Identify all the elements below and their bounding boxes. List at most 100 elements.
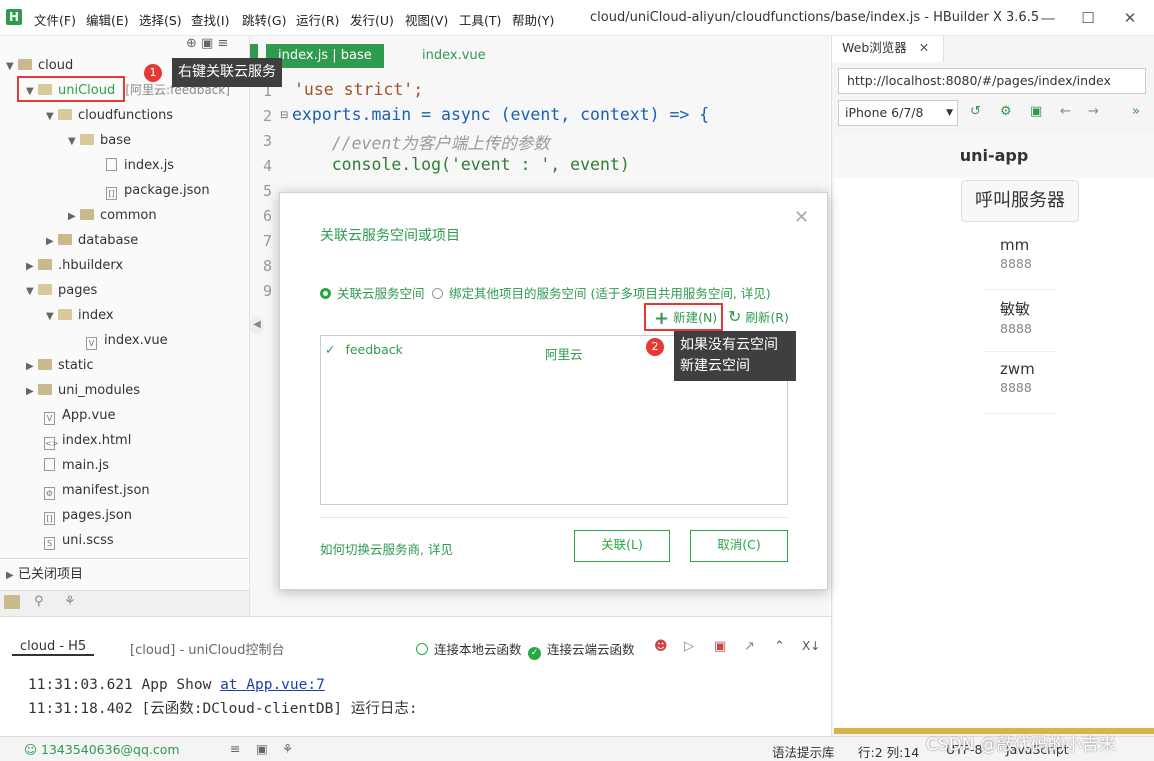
- forward-icon[interactable]: →: [1088, 104, 1099, 119]
- title-bar: H 文件(F) 编辑(E) 选择(S) 查找(I) 跳转(G) 运行(R) 发行…: [0, 0, 1154, 36]
- menu-select[interactable]: 选择(S): [139, 10, 182, 29]
- associate-cloud-dialog: 关联云服务空间或项目 ✕ 关联云服务空间 绑定其他项目的服务空间 (适于多项目共…: [279, 192, 828, 590]
- tree-pages-json[interactable]: [] pages.json: [44, 503, 132, 528]
- sidebar-tool-icons[interactable]: ⊕ ▣ ≡: [186, 36, 228, 51]
- tree-database[interactable]: ▶ database: [46, 228, 138, 253]
- terminal-icon[interactable]: ▣: [256, 741, 268, 756]
- tab-index-vue[interactable]: index.vue: [410, 44, 498, 68]
- user-account[interactable]: ☺ 1343540636@qq.com: [24, 742, 180, 757]
- tree-cloudfunctions[interactable]: ▼ cloudfunctions: [46, 103, 173, 128]
- step-badge-1: 1: [144, 64, 162, 82]
- log-link[interactable]: at App.vue:7: [220, 677, 325, 693]
- menu-help[interactable]: 帮助(Y): [512, 10, 554, 29]
- close-button[interactable]: ✕: [1120, 8, 1140, 28]
- gear-icon[interactable]: ⚙: [1000, 104, 1012, 119]
- cancel-button[interactable]: 取消(C): [690, 530, 788, 562]
- chevron-up-icon[interactable]: ⌃: [774, 639, 785, 654]
- dialog-close-icon[interactable]: ✕: [794, 207, 809, 228]
- radio-local-functions[interactable]: 连接本地云函数: [416, 639, 522, 658]
- refresh-button[interactable]: ↻ 刷新(R): [728, 307, 789, 326]
- associate-button[interactable]: 关联(L): [574, 530, 670, 562]
- tree-index[interactable]: ▼ index: [46, 303, 114, 328]
- project-tab-icon[interactable]: [4, 595, 20, 609]
- bug-icon[interactable]: ☻: [654, 639, 668, 654]
- dialog-title: 关联云服务空间或项目: [320, 228, 460, 244]
- highlight-box-1: [17, 76, 125, 102]
- radio-remote-functions[interactable]: ✓ 连接云端云函数: [528, 639, 635, 660]
- js-file-icon: [106, 158, 117, 171]
- tree-manifest[interactable]: ⚙ manifest.json: [44, 478, 150, 503]
- collapse-handle[interactable]: ◀: [250, 316, 264, 334]
- tree-root-cloud[interactable]: ▼ cloud: [6, 53, 73, 78]
- fold-icon[interactable]: ⊟: [280, 110, 288, 121]
- tree-static[interactable]: ▶ static: [26, 353, 94, 378]
- closed-projects[interactable]: ▶ 已关闭项目: [6, 562, 83, 587]
- vue-file-icon: V: [86, 337, 97, 350]
- chevron-down-icon: ▼: [946, 108, 953, 118]
- web-browser-panel: Web浏览器 ✕ http://localhost:8080/#/pages/i…: [831, 36, 1154, 736]
- minimize-button[interactable]: —: [1038, 8, 1058, 28]
- line-number: 4: [262, 157, 272, 175]
- rotate-icon[interactable]: ↺: [970, 104, 981, 119]
- project-sidebar: ⊕ ▣ ≡ ▼ cloud ▼ uniCloud [阿里云:feedback] ▼ c…: [0, 36, 250, 616]
- list-item[interactable]: ✓ feedback: [325, 342, 403, 357]
- tree-package-json[interactable]: [] package.json: [106, 178, 210, 203]
- call-server-button[interactable]: 呼叫服务器: [961, 180, 1079, 222]
- hbuilder-logo: H: [6, 9, 22, 25]
- tree-index-js[interactable]: index.js: [106, 153, 174, 178]
- cursor-position[interactable]: 行:2 列:14: [858, 742, 919, 761]
- device-select[interactable]: iPhone 6/7/8 ▼: [838, 100, 958, 126]
- menu-run[interactable]: 运行(R): [296, 10, 339, 29]
- json-file-icon: []: [106, 187, 117, 200]
- export-icon[interactable]: ↗: [744, 639, 755, 654]
- radio-associate-space[interactable]: 关联云服务空间: [320, 283, 425, 302]
- tree-base[interactable]: ▼ base: [68, 128, 131, 153]
- tab-index-js[interactable]: index.js | base: [266, 44, 384, 68]
- syntax-hint[interactable]: 语法提示库: [772, 742, 835, 761]
- code-line-2: exports.main = async (event, context) =>…: [292, 105, 710, 124]
- menu-view[interactable]: 视图(V): [405, 10, 448, 29]
- tab-unicloud-console[interactable]: [cloud] - uniCloud控制台: [130, 639, 285, 658]
- app-navbar-title: uni-app: [834, 134, 1154, 178]
- back-icon[interactable]: ←: [1060, 104, 1071, 119]
- console-icon[interactable]: ▣: [1030, 104, 1042, 119]
- radio-bind-other[interactable]: 绑定其他项目的服务空间 (适于多项目共用服务空间, 详见): [432, 283, 771, 302]
- menu-file[interactable]: 文件(F): [34, 10, 76, 29]
- list-icon[interactable]: ≡: [230, 741, 240, 756]
- search-icon[interactable]: ⚲: [34, 594, 44, 609]
- globe-icon[interactable]: ⚘: [282, 741, 293, 756]
- menu-edit[interactable]: 编辑(E): [86, 10, 129, 29]
- menu-goto[interactable]: 跳转(G): [242, 10, 286, 29]
- play-icon[interactable]: ▷: [684, 639, 694, 654]
- menu-tools[interactable]: 工具(T): [459, 10, 501, 29]
- code-line-3: //event为客户端上传的参数: [292, 134, 550, 153]
- check-icon: ✓: [325, 342, 336, 357]
- more-icon[interactable]: »: [1132, 104, 1140, 119]
- howto-link[interactable]: 如何切换云服务商, 详见: [320, 539, 453, 558]
- sidebar-bottom-tabs: ⚲ ⚘: [0, 590, 249, 616]
- tree-uni-modules[interactable]: ▶ uni_modules: [26, 378, 140, 403]
- list-item: mm 8888: [984, 234, 1056, 290]
- code-line-1: 'use strict';: [294, 80, 424, 99]
- plugin-icon[interactable]: ⚘: [64, 594, 76, 609]
- url-input[interactable]: http://localhost:8080/#/pages/index/inde…: [838, 68, 1146, 94]
- tab-web-browser[interactable]: Web浏览器 ✕: [832, 36, 944, 62]
- maximize-button[interactable]: ☐: [1078, 8, 1098, 28]
- menu-find[interactable]: 查找(I): [191, 10, 229, 29]
- stop-icon[interactable]: ▣: [714, 639, 726, 654]
- step-badge-2: 2: [646, 338, 664, 356]
- line-number: 9: [262, 282, 272, 300]
- list-item: 敏敏 8888: [984, 296, 1056, 352]
- tree-app-vue[interactable]: V App.vue: [44, 403, 115, 428]
- tree-common[interactable]: ▶ common: [68, 203, 157, 228]
- tree-index-vue[interactable]: Vindex.vue: [86, 328, 168, 353]
- tree-pages[interactable]: ▼ pages: [26, 278, 97, 303]
- tree-index-html[interactable]: <> index.html: [44, 428, 131, 453]
- tree-hbuilderx[interactable]: ▶ .hbuilderx: [26, 253, 123, 278]
- tree-uni-scss[interactable]: Suni.scss: [44, 528, 114, 553]
- menu-publish[interactable]: 发行(U): [350, 10, 394, 29]
- log-line-1: 11:31:03.621 App Show at App.vue:7: [28, 677, 325, 693]
- tab-cloud-h5[interactable]: cloud - H5: [12, 639, 95, 656]
- tree-main-js[interactable]: main.js: [44, 453, 109, 478]
- clear-icon[interactable]: X↓: [802, 639, 820, 653]
